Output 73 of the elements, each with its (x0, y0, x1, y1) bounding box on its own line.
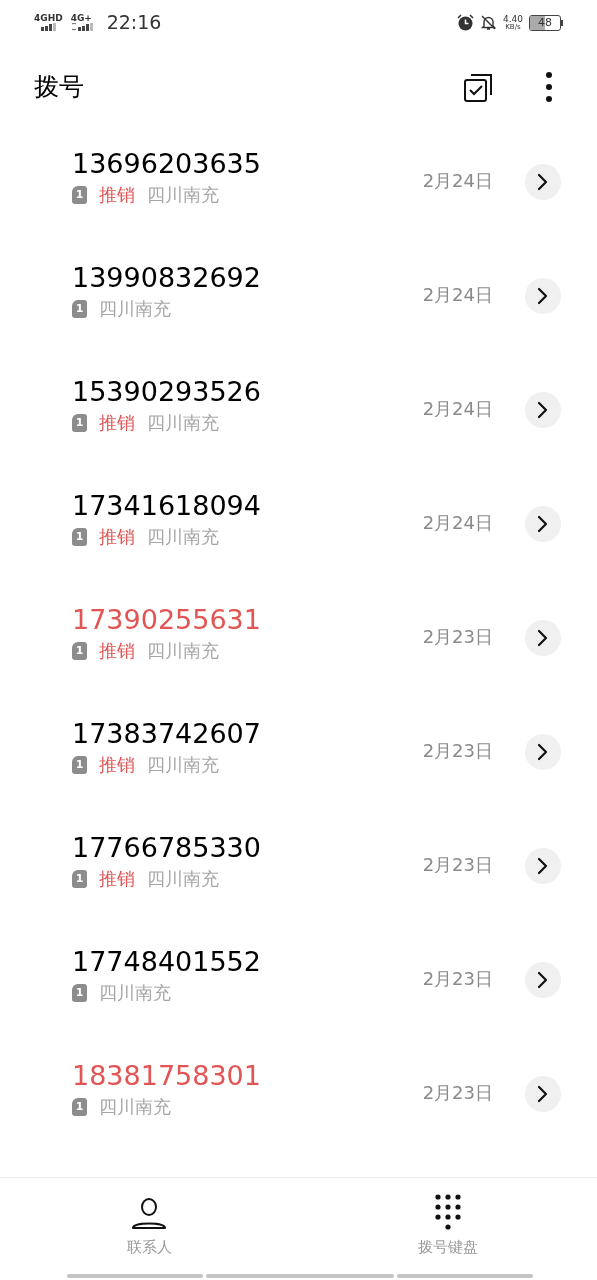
location-label: 四川南充 (147, 867, 219, 891)
details-button[interactable] (525, 734, 561, 770)
page-title: 拨号 (34, 70, 85, 103)
phone-number: 17748401552 (72, 946, 262, 978)
call-date: 2月23日 (422, 967, 493, 991)
spam-tag: 推销 (99, 523, 135, 550)
location-label: 四川南充 (99, 297, 171, 321)
call-date: 2月23日 (422, 853, 493, 877)
sim-card-icon: 1 (72, 527, 87, 546)
phone-number: 17766785330 (72, 832, 262, 864)
sim-card-icon: 1 (72, 299, 87, 318)
sim-card-icon: 1 (72, 755, 87, 774)
location-label: 四川南充 (147, 639, 219, 663)
call-date: 2月23日 (422, 1081, 493, 1105)
phone-number: 15390293526 (72, 376, 262, 408)
clock-time: 22:16 (106, 10, 162, 36)
chevron-right-icon (537, 1085, 549, 1103)
nav-tab[interactable]: 拨号键盘 (298, 1192, 597, 1274)
network-label: 4G+ (70, 14, 92, 23)
spam-tag: 推销 (99, 637, 135, 664)
phone-number: 17341618094 (72, 490, 262, 522)
spam-tag: 推销 (99, 409, 135, 436)
more-options-button[interactable] (545, 71, 553, 102)
dialpad-icon (434, 1194, 461, 1230)
call-date: 2月24日 (422, 511, 493, 535)
spam-tag: 推销 (99, 865, 135, 892)
sim-card-icon: 1 (72, 869, 87, 888)
sim-card-icon: 1 (72, 641, 87, 660)
chevron-right-icon (537, 629, 549, 647)
location-label: 四川南充 (99, 981, 171, 1005)
location-label: 四川南充 (99, 1095, 171, 1119)
details-button[interactable] (525, 1076, 561, 1112)
chevron-right-icon (537, 743, 549, 761)
location-label: 四川南充 (147, 183, 219, 207)
call-date: 2月24日 (422, 169, 493, 193)
chevron-right-icon (537, 287, 549, 305)
chevron-right-icon (537, 173, 549, 191)
network-speed: 4.40 (502, 14, 523, 24)
network-label: 4GHD (34, 14, 63, 23)
alarm-clock-icon (456, 14, 474, 31)
spam-tag: 推销 (99, 181, 135, 208)
battery-percent: 48 (537, 15, 553, 30)
chevron-right-icon (537, 857, 549, 875)
sim-card-icon: 1 (72, 983, 87, 1002)
sim-card-icon: 1 (72, 1097, 87, 1116)
details-button[interactable] (525, 278, 561, 314)
chevron-right-icon (537, 971, 549, 989)
spam-tag: 推销 (99, 751, 135, 778)
call-date: 2月24日 (422, 397, 493, 421)
sim-card-icon: 1 (72, 185, 87, 204)
call-date: 2月23日 (422, 739, 493, 763)
details-button[interactable] (525, 164, 561, 200)
muted-bell-icon (479, 14, 497, 31)
chevron-right-icon (537, 515, 549, 533)
location-label: 四川南充 (147, 753, 219, 777)
details-button[interactable] (525, 392, 561, 428)
sim-card-icon: 1 (72, 413, 87, 432)
phone-number: 18381758301 (72, 1060, 262, 1092)
details-button[interactable] (525, 620, 561, 656)
nav-tab[interactable]: 联系人 (0, 1192, 299, 1274)
phone-number: 17383742607 (72, 718, 262, 750)
call-date: 2月23日 (422, 625, 493, 649)
details-button[interactable] (525, 506, 561, 542)
call-date: 2月24日 (422, 283, 493, 307)
details-button[interactable] (525, 962, 561, 998)
details-button[interactable] (525, 848, 561, 884)
location-label: 四川南充 (147, 525, 219, 549)
phone-number: 17390255631 (72, 604, 262, 636)
location-label: 四川南充 (147, 411, 219, 435)
phone-number: 13696203635 (72, 148, 262, 180)
phone-number: 13990832692 (72, 262, 262, 294)
person-icon (131, 1198, 168, 1230)
chevron-right-icon (537, 401, 549, 419)
